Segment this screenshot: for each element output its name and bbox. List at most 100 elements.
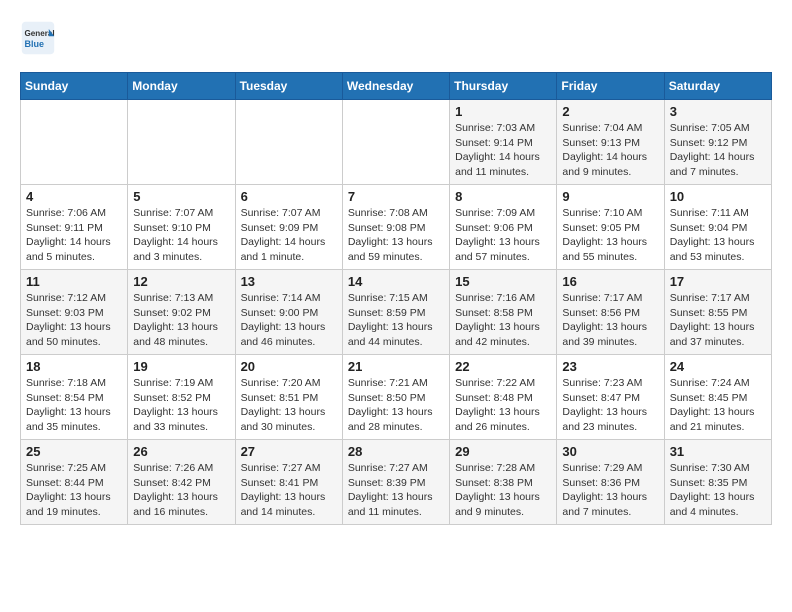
calendar-cell: 24 Sunrise: 7:24 AM Sunset: 8:45 PM Dayli…: [664, 355, 771, 440]
logo-icon: General Blue: [20, 20, 56, 56]
day-number: 27: [241, 444, 337, 459]
day-number: 1: [455, 104, 551, 119]
day-number: 16: [562, 274, 658, 289]
day-number: 12: [133, 274, 229, 289]
calendar-cell: 3 Sunrise: 7:05 AM Sunset: 9:12 PM Daylig…: [664, 100, 771, 185]
day-number: 15: [455, 274, 551, 289]
day-number: 7: [348, 189, 444, 204]
day-number: 23: [562, 359, 658, 374]
day-number: 29: [455, 444, 551, 459]
day-number: 4: [26, 189, 122, 204]
day-number: 25: [26, 444, 122, 459]
day-number: 2: [562, 104, 658, 119]
day-number: 11: [26, 274, 122, 289]
calendar-cell: 2Sunrise: 7:04 AM Sunset: 9:13 PM Daylig…: [557, 100, 664, 185]
day-info: Sunrise: 7:25 AM Sunset: 8:44 PM Dayligh…: [26, 461, 122, 520]
calendar-cell: 16 Sunrise: 7:17 AM Sunset: 8:56 PM Dayli…: [557, 270, 664, 355]
day-number: 20: [241, 359, 337, 374]
calendar-week-row: 4 Sunrise: 7:06 AM Sunset: 9:11 PM Daylig…: [21, 185, 772, 270]
day-number: 22: [455, 359, 551, 374]
day-info: Sunrise: 7:09 AM Sunset: 9:06 PM Dayligh…: [455, 206, 551, 265]
day-number: 19: [133, 359, 229, 374]
weekday-header: Sunday: [21, 73, 128, 100]
day-info: Sunrise: 7:22 AM Sunset: 8:48 PM Dayligh…: [455, 376, 551, 435]
day-info: Sunrise: 7:11 AM Sunset: 9:04 PM Dayligh…: [670, 206, 766, 265]
day-number: 28: [348, 444, 444, 459]
calendar-cell: 26 Sunrise: 7:26 AM Sunset: 8:42 PM Dayli…: [128, 440, 235, 525]
day-info: Sunrise: 7:17 AM Sunset: 8:56 PM Dayligh…: [562, 291, 658, 350]
day-info: Sunrise: 7:18 AM Sunset: 8:54 PM Dayligh…: [26, 376, 122, 435]
day-info: Sunrise: 7:15 AM Sunset: 8:59 PM Dayligh…: [348, 291, 444, 350]
calendar-cell: 10 Sunrise: 7:11 AM Sunset: 9:04 PM Dayli…: [664, 185, 771, 270]
weekday-header: Monday: [128, 73, 235, 100]
calendar-cell: 6Sunrise: 7:07 AM Sunset: 9:09 PM Daylig…: [235, 185, 342, 270]
calendar-week-row: 25 Sunrise: 7:25 AM Sunset: 8:44 PM Dayli…: [21, 440, 772, 525]
day-number: 3: [670, 104, 766, 119]
day-info: Sunrise: 7:30 AM Sunset: 8:35 PM Dayligh…: [670, 461, 766, 520]
calendar-week-row: 11Sunrise: 7:12 AM Sunset: 9:03 PM Dayli…: [21, 270, 772, 355]
weekday-header: Tuesday: [235, 73, 342, 100]
day-info: Sunrise: 7:19 AM Sunset: 8:52 PM Dayligh…: [133, 376, 229, 435]
calendar-cell: 22 Sunrise: 7:22 AM Sunset: 8:48 PM Dayli…: [450, 355, 557, 440]
calendar-cell: 8 Sunrise: 7:09 AM Sunset: 9:06 PM Daylig…: [450, 185, 557, 270]
day-number: 17: [670, 274, 766, 289]
page-header: General Blue: [20, 20, 772, 56]
day-info: Sunrise: 7:24 AM Sunset: 8:45 PM Dayligh…: [670, 376, 766, 435]
calendar-cell: [342, 100, 449, 185]
day-info: Sunrise: 7:20 AM Sunset: 8:51 PM Dayligh…: [241, 376, 337, 435]
day-info: Sunrise: 7:28 AM Sunset: 8:38 PM Dayligh…: [455, 461, 551, 520]
day-number: 21: [348, 359, 444, 374]
day-info: Sunrise: 7:05 AM Sunset: 9:12 PM Dayligh…: [670, 121, 766, 180]
calendar-week-row: 18 Sunrise: 7:18 AM Sunset: 8:54 PM Dayli…: [21, 355, 772, 440]
day-number: 30: [562, 444, 658, 459]
calendar-cell: 1 Sunrise: 7:03 AM Sunset: 9:14 PM Daylig…: [450, 100, 557, 185]
day-info: Sunrise: 7:06 AM Sunset: 9:11 PM Dayligh…: [26, 206, 122, 265]
calendar-cell: [235, 100, 342, 185]
day-info: Sunrise: 7:07 AM Sunset: 9:10 PM Dayligh…: [133, 206, 229, 265]
calendar-cell: 30 Sunrise: 7:29 AM Sunset: 8:36 PM Dayli…: [557, 440, 664, 525]
day-info: Sunrise: 7:03 AM Sunset: 9:14 PM Dayligh…: [455, 121, 551, 180]
calendar-cell: 11Sunrise: 7:12 AM Sunset: 9:03 PM Dayli…: [21, 270, 128, 355]
calendar-cell: 17Sunrise: 7:17 AM Sunset: 8:55 PM Dayli…: [664, 270, 771, 355]
svg-text:Blue: Blue: [25, 39, 45, 49]
day-number: 13: [241, 274, 337, 289]
calendar-cell: 28 Sunrise: 7:27 AM Sunset: 8:39 PM Dayli…: [342, 440, 449, 525]
day-number: 31: [670, 444, 766, 459]
day-number: 24: [670, 359, 766, 374]
day-number: 8: [455, 189, 551, 204]
day-number: 18: [26, 359, 122, 374]
weekday-header: Wednesday: [342, 73, 449, 100]
day-number: 6: [241, 189, 337, 204]
calendar-cell: 20 Sunrise: 7:20 AM Sunset: 8:51 PM Dayli…: [235, 355, 342, 440]
day-info: Sunrise: 7:29 AM Sunset: 8:36 PM Dayligh…: [562, 461, 658, 520]
calendar-cell: 31 Sunrise: 7:30 AM Sunset: 8:35 PM Dayli…: [664, 440, 771, 525]
weekday-header: Friday: [557, 73, 664, 100]
calendar-cell: 19 Sunrise: 7:19 AM Sunset: 8:52 PM Dayli…: [128, 355, 235, 440]
logo: General Blue: [20, 20, 62, 56]
calendar-cell: 29 Sunrise: 7:28 AM Sunset: 8:38 PM Dayli…: [450, 440, 557, 525]
calendar-cell: 21Sunrise: 7:21 AM Sunset: 8:50 PM Dayli…: [342, 355, 449, 440]
day-number: 5: [133, 189, 229, 204]
calendar-cell: 15Sunrise: 7:16 AM Sunset: 8:58 PM Dayli…: [450, 270, 557, 355]
day-info: Sunrise: 7:26 AM Sunset: 8:42 PM Dayligh…: [133, 461, 229, 520]
calendar-cell: 9Sunrise: 7:10 AM Sunset: 9:05 PM Daylig…: [557, 185, 664, 270]
day-number: 9: [562, 189, 658, 204]
calendar-cell: [128, 100, 235, 185]
calendar-cell: 13 Sunrise: 7:14 AM Sunset: 9:00 PM Dayli…: [235, 270, 342, 355]
day-number: 14: [348, 274, 444, 289]
day-info: Sunrise: 7:08 AM Sunset: 9:08 PM Dayligh…: [348, 206, 444, 265]
day-info: Sunrise: 7:14 AM Sunset: 9:00 PM Dayligh…: [241, 291, 337, 350]
weekday-header-row: SundayMondayTuesdayWednesdayThursdayFrid…: [21, 73, 772, 100]
day-info: Sunrise: 7:27 AM Sunset: 8:39 PM Dayligh…: [348, 461, 444, 520]
weekday-header: Thursday: [450, 73, 557, 100]
day-number: 10: [670, 189, 766, 204]
day-number: 26: [133, 444, 229, 459]
calendar-cell: 18 Sunrise: 7:18 AM Sunset: 8:54 PM Dayli…: [21, 355, 128, 440]
calendar-cell: 14 Sunrise: 7:15 AM Sunset: 8:59 PM Dayli…: [342, 270, 449, 355]
calendar-cell: 5 Sunrise: 7:07 AM Sunset: 9:10 PM Daylig…: [128, 185, 235, 270]
calendar-cell: 12Sunrise: 7:13 AM Sunset: 9:02 PM Dayli…: [128, 270, 235, 355]
calendar-table: SundayMondayTuesdayWednesdayThursdayFrid…: [20, 72, 772, 525]
calendar-cell: 23Sunrise: 7:23 AM Sunset: 8:47 PM Dayli…: [557, 355, 664, 440]
calendar-week-row: 1 Sunrise: 7:03 AM Sunset: 9:14 PM Daylig…: [21, 100, 772, 185]
weekday-header: Saturday: [664, 73, 771, 100]
